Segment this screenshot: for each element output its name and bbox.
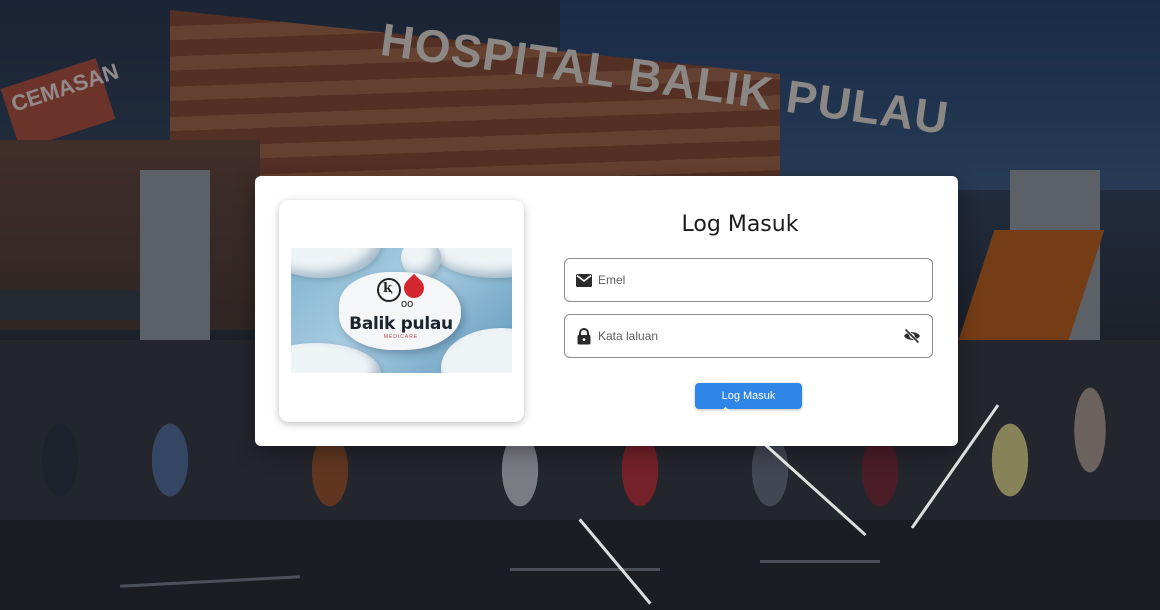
- logo-panel: ⱪ oo Balik pulau MEDICARE: [279, 200, 524, 422]
- lock-icon: [575, 327, 592, 345]
- brand-tagline: MEDICARE: [383, 334, 419, 340]
- brand-name: Balik pulau: [349, 314, 453, 334]
- eye-slash-icon[interactable]: [902, 326, 922, 346]
- email-field[interactable]: [564, 258, 933, 302]
- glasses-icon: oo: [401, 298, 414, 310]
- login-card: ⱪ oo Balik pulau MEDICARE Log Masuk Log …: [255, 176, 958, 446]
- password-input[interactable]: [598, 329, 902, 343]
- password-field[interactable]: [564, 314, 933, 358]
- envelope-icon: [575, 272, 592, 289]
- email-input[interactable]: [598, 273, 922, 287]
- brand-logo: ⱪ oo Balik pulau MEDICARE: [291, 248, 512, 373]
- page-title: Log Masuk: [681, 212, 799, 237]
- login-button[interactable]: Log Masuk: [695, 383, 802, 409]
